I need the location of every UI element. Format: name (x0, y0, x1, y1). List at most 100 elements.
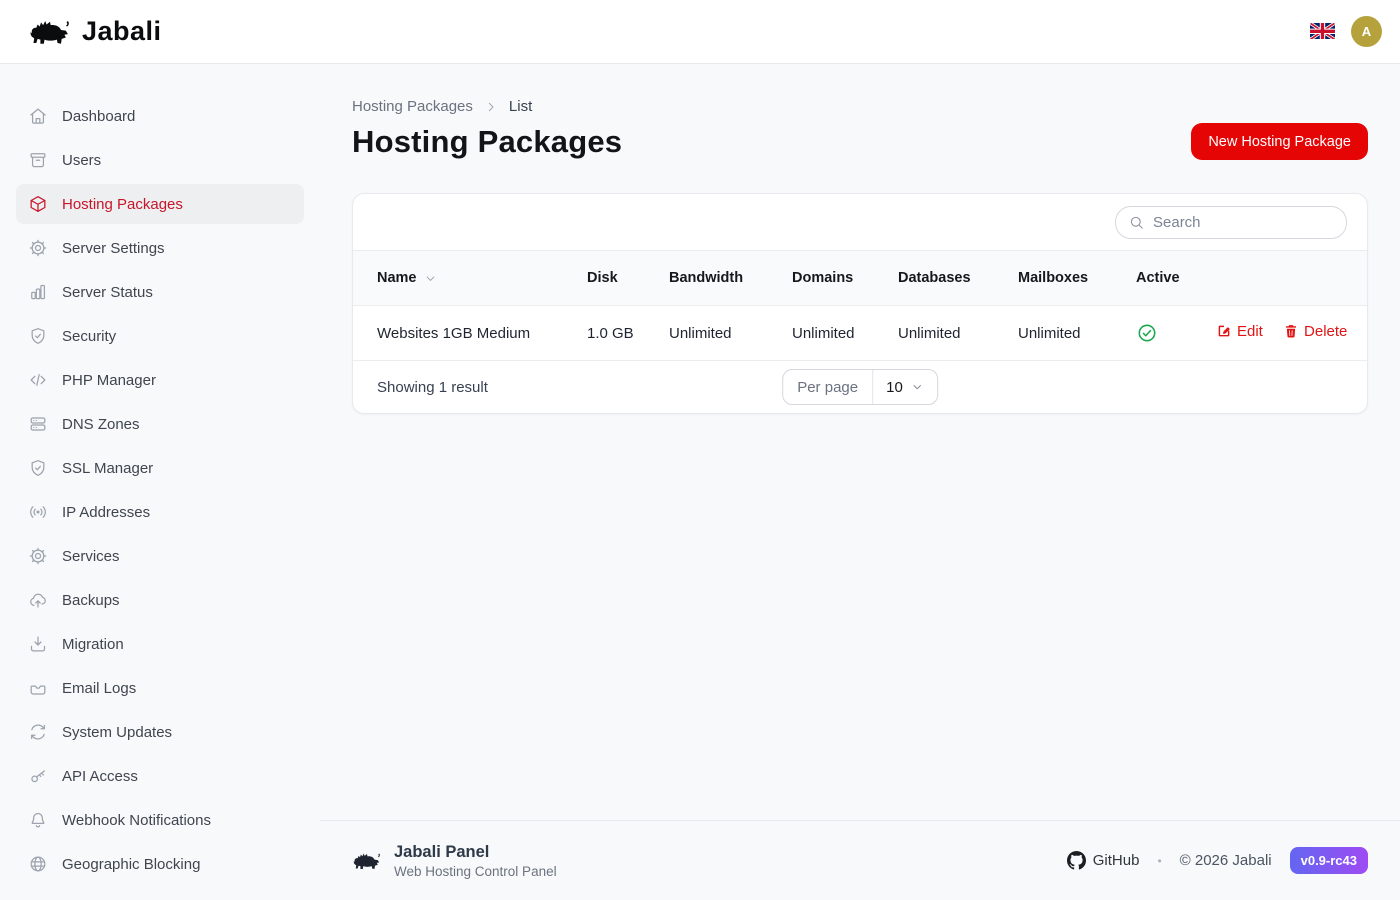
cog-icon (28, 238, 48, 258)
brand-logo[interactable]: Jabali (28, 15, 162, 49)
boar-logo-icon (28, 15, 72, 49)
new-hosting-package-button[interactable]: New Hosting Package (1191, 123, 1368, 160)
sidebar-item-services[interactable]: Services (16, 536, 304, 576)
search-input[interactable] (1153, 214, 1352, 231)
code-icon (28, 370, 48, 390)
sidebar-item-label: IP Addresses (62, 504, 150, 521)
sidebar-item-label: Server Settings (62, 240, 165, 257)
sidebar-item-php-manager[interactable]: PHP Manager (16, 360, 304, 400)
breadcrumb: Hosting Packages List (352, 98, 1368, 115)
page-footer: Jabali Panel Web Hosting Control Panel G… (320, 820, 1400, 900)
brand-name: Jabali (82, 16, 162, 47)
user-avatar[interactable]: A (1351, 16, 1382, 47)
sidebar-item-server-status[interactable]: Server Status (16, 272, 304, 312)
edit-button[interactable]: Edit (1216, 323, 1263, 340)
sidebar-item-backups[interactable]: Backups (16, 580, 304, 620)
chevron-right-icon (483, 99, 499, 115)
sidebar-item-label: Users (62, 152, 101, 169)
cloud-up-icon (28, 590, 48, 610)
sidebar-item-label: API Access (62, 768, 138, 785)
sidebar-item-api-access[interactable]: API Access (16, 756, 304, 796)
column-header-name: Name (353, 251, 587, 306)
column-header-mailboxes: Mailboxes (1018, 251, 1136, 306)
sidebar-item-ip-addresses[interactable]: IP Addresses (16, 492, 304, 532)
sidebar-item-label: Services (62, 548, 120, 565)
sidebar-item-webhook-notifications[interactable]: Webhook Notifications (16, 800, 304, 840)
users-icon (28, 150, 48, 170)
sidebar-item-label: Email Logs (62, 680, 136, 697)
cell-domains: Unlimited (792, 306, 898, 361)
cube-icon (28, 194, 48, 214)
sidebar-item-users[interactable]: Users (16, 140, 304, 180)
table-row: Websites 1GB Medium 1.0 GB Unlimited Unl… (353, 306, 1367, 361)
cell-mailboxes: Unlimited (1018, 306, 1136, 361)
results-count: Showing 1 result (377, 379, 488, 396)
download-icon (28, 634, 48, 654)
delete-button[interactable]: Delete (1283, 323, 1347, 340)
chart-icon (28, 282, 48, 302)
sidebar-item-label: Backups (62, 592, 120, 609)
server-icon (28, 414, 48, 434)
sidebar-item-label: Hosting Packages (62, 196, 183, 213)
copyright-text: © 2026 Jabali (1180, 852, 1272, 869)
cell-actions: Edit Delete (1216, 306, 1367, 361)
sidebar-item-security[interactable]: Security (16, 316, 304, 356)
github-link[interactable]: GitHub (1067, 851, 1140, 870)
sidebar-item-dns-zones[interactable]: DNS Zones (16, 404, 304, 444)
globe-icon (28, 854, 48, 874)
sidebar-item-migration[interactable]: Migration (16, 624, 304, 664)
sidebar-item-server-settings[interactable]: Server Settings (16, 228, 304, 268)
sidebar-item-label: Geographic Blocking (62, 856, 200, 873)
per-page-select[interactable]: 10 (873, 370, 937, 404)
sidebar-item-system-updates[interactable]: System Updates (16, 712, 304, 752)
column-header-active: Active (1136, 251, 1216, 306)
search-icon (1128, 214, 1145, 231)
boar-logo-icon (352, 849, 382, 873)
trash-icon (1283, 323, 1299, 339)
chevron-down-icon (423, 271, 438, 286)
edit-pencil-icon (1216, 323, 1232, 339)
sidebar-item-label: SSL Manager (62, 460, 153, 477)
top-header: Jabali A (0, 0, 1400, 64)
shield-icon (28, 458, 48, 478)
cell-bandwidth: Unlimited (669, 306, 792, 361)
sidebar-item-dashboard[interactable]: Dashboard (16, 96, 304, 136)
signal-icon (28, 502, 48, 522)
sidebar-item-label: Migration (62, 636, 124, 653)
column-header-actions (1216, 251, 1367, 306)
chevron-down-icon (910, 380, 924, 394)
key-icon (28, 766, 48, 786)
cell-disk: 1.0 GB (587, 306, 669, 361)
version-badge[interactable]: v0.9-rc43 (1290, 847, 1368, 874)
bell-icon (28, 810, 48, 830)
breadcrumb-current[interactable]: List (509, 98, 532, 115)
sidebar-nav: Dashboard Users Hosting Packages Server Set… (0, 64, 320, 900)
breadcrumb-parent[interactable]: Hosting Packages (352, 98, 473, 115)
home-icon (28, 106, 48, 126)
github-icon (1067, 851, 1086, 870)
sidebar-item-email-logs[interactable]: Email Logs (16, 668, 304, 708)
active-check-circle-icon (1136, 322, 1158, 344)
footer-separator: • (1157, 854, 1161, 868)
sidebar-item-hosting-packages[interactable]: Hosting Packages (16, 184, 304, 224)
rotate-icon (28, 722, 48, 742)
sort-by-name[interactable]: Name (377, 270, 571, 286)
sidebar-item-label: System Updates (62, 724, 172, 741)
per-page-label: Per page (783, 370, 873, 404)
packages-table: Name Disk Bandwidth Domains Databases Ma… (353, 250, 1367, 361)
page-title: Hosting Packages (352, 124, 622, 160)
shield-icon (28, 326, 48, 346)
cell-active (1136, 306, 1216, 361)
language-uk-flag-icon[interactable] (1310, 23, 1335, 41)
cell-databases: Unlimited (898, 306, 1018, 361)
sidebar-item-ssl-manager[interactable]: SSL Manager (16, 448, 304, 488)
footer-tagline: Web Hosting Control Panel (394, 864, 557, 879)
sidebar-item-label: DNS Zones (62, 416, 140, 433)
column-header-bandwidth: Bandwidth (669, 251, 792, 306)
sidebar-item-geographic-blocking[interactable]: Geographic Blocking (16, 844, 304, 884)
github-label: GitHub (1093, 852, 1140, 869)
column-header-domains: Domains (792, 251, 898, 306)
sidebar-item-label: PHP Manager (62, 372, 156, 389)
cog-icon (28, 546, 48, 566)
search-box (1115, 206, 1347, 239)
